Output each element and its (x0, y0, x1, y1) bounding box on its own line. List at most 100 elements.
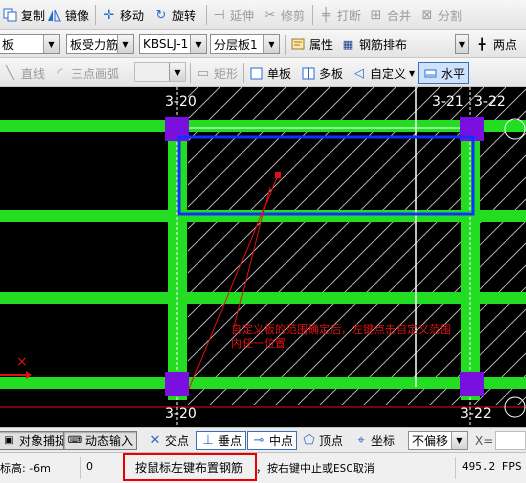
coordinate-snap[interactable]: ⌖ 坐标 (350, 431, 398, 450)
chevron-down-icon: ▼ (43, 35, 59, 53)
prompt-rest-text: ，按右键中止或ESC取消 (256, 462, 375, 475)
chevron-down-icon: ▼ (451, 432, 467, 449)
element-toolbar: 板 ▼ 板受力筋 ▼ KBSLJ-1 ▼ 分层板1 ▼ 属性 ▦ 钢筋排布 ▼ … (0, 30, 526, 58)
beam (0, 292, 526, 304)
two-points-icon: ╋ (478, 37, 486, 51)
separator (190, 63, 191, 83)
column (460, 372, 484, 396)
separator (312, 5, 313, 25)
rotate-label: 旋转 (172, 8, 197, 23)
rebar-type-select[interactable]: 板受力筋 ▼ (66, 34, 134, 54)
extend-button[interactable]: ⊣ 延伸 (211, 4, 254, 26)
midpoint-snap[interactable]: ⊸ 中点 (247, 431, 298, 450)
copy-icon (2, 7, 18, 23)
elevation-readout: 标高: -6m (0, 462, 51, 475)
horizontal-button[interactable]: 水平 (418, 62, 470, 84)
three-point-arc-button[interactable]: ◜ 三点画弧 (52, 62, 119, 84)
extend-icon: ⊣ (213, 7, 225, 23)
trim-button[interactable]: ✂ 修剪 (262, 4, 305, 26)
layer-select[interactable]: 分层板1 ▼ (210, 34, 280, 54)
perpendicular-snap[interactable]: ⊥ 垂点 (196, 431, 247, 450)
extend-label: 延伸 (230, 8, 255, 23)
merge-button[interactable]: ⊞ 合并 (368, 4, 411, 26)
line-button[interactable]: ╲ 直线 (2, 62, 45, 84)
drawing-svg[interactable]: × 3-20 3-21 3-22 3-20 3-22 自定义板的范围确定后，左键… (0, 87, 526, 427)
dynamic-input-icon: ⌨ (67, 435, 83, 446)
drawing-canvas[interactable]: × 3-20 3-21 3-22 3-20 3-22 自定义板的范围确定后，左键… (0, 87, 526, 427)
rectangle-label: 矩形 (214, 66, 239, 81)
properties-label: 属性 (309, 37, 334, 52)
three-point-arc-label: 三点画弧 (71, 66, 120, 81)
properties-button[interactable]: 属性 (290, 33, 333, 55)
horizontal-label: 水平 (441, 66, 466, 81)
custom-label: 自定义 (370, 66, 407, 81)
offset-mode-select[interactable]: 不偏移 ▼ (408, 431, 468, 450)
rebar-layout-button[interactable]: ▦ 钢筋排布 (340, 33, 407, 55)
move-button[interactable]: ✛ 移动 (101, 4, 144, 26)
separator (243, 63, 244, 83)
break-button[interactable]: ╪ 打断 (318, 4, 361, 26)
vertex-snap[interactable]: ⬠ 顶点 (298, 431, 346, 450)
trim-label: 修剪 (281, 8, 306, 23)
multi-slab-label: 多板 (319, 66, 344, 81)
midpoint-icon: ⊸ (253, 433, 265, 448)
layer-value: 分层板1 (214, 37, 258, 52)
element-type-select[interactable]: 板 ▼ (0, 34, 60, 54)
separator (95, 5, 96, 25)
multi-slab-button[interactable]: 多板 (300, 62, 343, 84)
beam (0, 120, 526, 132)
rotate-button[interactable]: ↻ 旋转 (153, 4, 196, 26)
mirror-icon (46, 7, 62, 23)
single-slab-icon (248, 65, 264, 81)
object-snap-label: 对象捕捉 (19, 434, 68, 448)
split-icon: ⊠ (421, 7, 433, 23)
layout-mode-select[interactable]: ▼ (455, 34, 469, 54)
status-value: 0 (86, 460, 93, 473)
chevron-down-icon: ▼ (117, 35, 133, 53)
split-label: 分割 (438, 8, 463, 23)
annotation-text: 内任一位置 (231, 336, 286, 350)
column (165, 372, 189, 396)
arc-mode-select[interactable]: ▼ (134, 62, 186, 82)
merge-icon: ⊞ (370, 7, 382, 23)
mirror-button[interactable]: 镜像 (46, 4, 89, 26)
intersection-label: 交点 (165, 434, 190, 448)
dynamic-input-toggle[interactable]: ⌨ 动态输入 (63, 431, 138, 450)
perpendicular-label: 垂点 (218, 434, 243, 448)
line-icon: ╲ (6, 65, 14, 81)
single-slab-button[interactable]: 单板 (248, 62, 291, 84)
rebar-name-select[interactable]: KBSLJ-1 ▼ (139, 34, 207, 54)
trim-icon: ✂ (264, 7, 276, 23)
separator (206, 5, 207, 25)
arc-icon: ◜ (57, 65, 63, 81)
multi-slab-icon (300, 65, 316, 81)
grid-label: 3-20 (165, 94, 197, 110)
snap-toolbar: ▣ 对象捕捉 ⌨ 动态输入 ✕ 交点 ⊥ 垂点 ⊸ 中点 ⬠ 顶点 ⌖ 坐标 不… (0, 427, 526, 453)
grid-label: 3-20 (165, 406, 197, 422)
rectangle-button[interactable]: ▭ 矩形 (195, 62, 238, 84)
move-label: 移动 (120, 8, 145, 23)
properties-icon (290, 36, 306, 52)
chevron-down-icon: ▼ (190, 35, 206, 53)
copy-button[interactable]: 复制 (2, 4, 45, 26)
fps-readout: 495.2 FPS (462, 460, 522, 473)
beam (0, 377, 526, 389)
mirror-label: 镜像 (65, 8, 90, 23)
custom-icon: ◁ (354, 65, 364, 81)
break-icon: ╪ (322, 7, 330, 23)
coordinate-label: 坐标 (371, 434, 396, 448)
status-bar: 标高: -6m 0 按鼠标左键布置钢筋 ，按右键中止或ESC取消 495.2 F… (0, 453, 526, 483)
intersection-snap[interactable]: ✕ 交点 (144, 431, 192, 450)
custom-button[interactable]: ◁ 自定义 ▼ (351, 62, 415, 84)
two-points-button[interactable]: ╋ 两点 (474, 33, 517, 55)
object-snap-toggle[interactable]: ▣ 对象捕捉 (0, 431, 72, 450)
line-label: 直线 (21, 66, 46, 81)
separator (80, 457, 81, 479)
two-points-label: 两点 (493, 37, 518, 52)
x-coordinate-label: X= (475, 433, 494, 448)
cross-marker-icon: × (16, 354, 28, 370)
split-button[interactable]: ⊠ 分割 (419, 4, 462, 26)
midpoint-label: 中点 (269, 434, 294, 448)
grid-label: 3-22 (460, 406, 492, 422)
x-coordinate-input[interactable] (495, 431, 526, 450)
